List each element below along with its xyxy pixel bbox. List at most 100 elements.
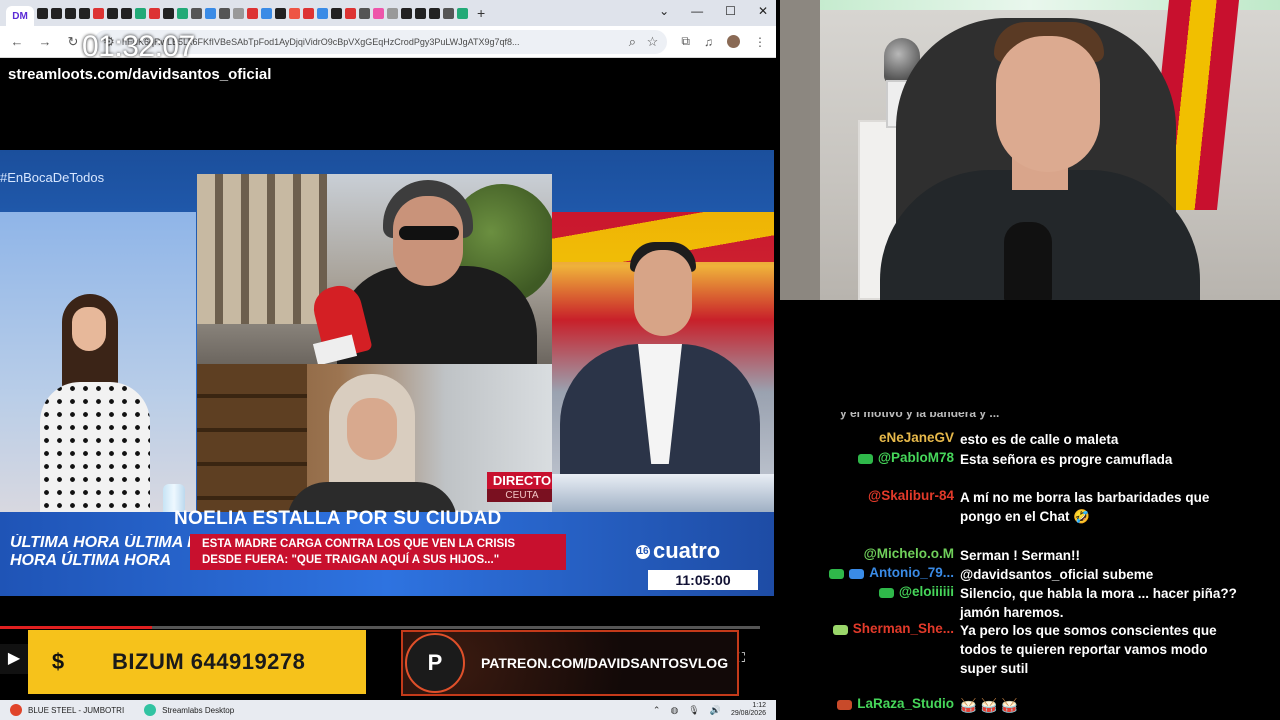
zoom-icon[interactable]: ⌕ xyxy=(625,34,639,50)
tray-date: 29/08/2026 xyxy=(730,710,766,717)
browser-tab[interactable] xyxy=(219,7,230,19)
browser-tab[interactable] xyxy=(107,7,118,19)
browser-tab[interactable] xyxy=(359,7,370,19)
chat-message: Antonio_79... @davidsantos_oficial subeme xyxy=(780,565,1280,584)
network-icon[interactable]: ◍ xyxy=(670,705,678,716)
play-icon[interactable]: ▶ xyxy=(0,644,28,674)
chat-username[interactable]: @eloiiiiii xyxy=(780,584,960,622)
chat-username[interactable]: @PabloM78 xyxy=(780,450,960,469)
new-tab-button[interactable]: + xyxy=(477,5,485,21)
browser-tab[interactable] xyxy=(443,7,454,19)
tab-strip: DM + ⌄ — ☐ ✕ xyxy=(0,0,776,26)
browser-tab[interactable] xyxy=(51,7,62,19)
age-rating-badge: 16 xyxy=(636,545,650,560)
browser-tab[interactable] xyxy=(401,7,412,19)
browser-tab[interactable] xyxy=(149,7,160,19)
browser-tab[interactable] xyxy=(415,7,426,19)
reload-icon[interactable]: ↻ xyxy=(66,34,80,50)
taskbar-app-streamlabs[interactable]: Streamlabs Desktop xyxy=(134,700,244,720)
bizum-number: BIZUM 644919278 xyxy=(112,649,306,674)
menu-icon[interactable]: ⋮ xyxy=(754,35,766,49)
channel-name: cuatro xyxy=(653,538,721,563)
door xyxy=(780,0,820,300)
browser-tab[interactable] xyxy=(373,7,384,19)
browser-tab[interactable] xyxy=(261,7,272,19)
browser-tab[interactable] xyxy=(303,7,314,19)
chat-username-text: Sherman_She... xyxy=(852,621,954,636)
browser-tab[interactable] xyxy=(233,7,244,19)
forward-icon[interactable]: → xyxy=(38,34,52,49)
breaking-news-ticker: ÚLTIMA HORA ÚLTIMA HORA HORA ÚLTIMA HORA xyxy=(0,534,190,578)
bookmark-star-icon[interactable]: ☆ xyxy=(645,34,659,50)
maximize-icon[interactable]: ☐ xyxy=(725,4,736,18)
chat-message: LaRaza_Studio 🥁 🥁 🥁 xyxy=(780,696,1280,715)
media-controls-icon[interactable]: ♫ xyxy=(704,35,713,49)
extensions-icon[interactable]: ⧉ xyxy=(681,34,690,49)
browser-tab[interactable] xyxy=(387,7,398,19)
browser-tab[interactable] xyxy=(275,7,286,19)
tray-clock[interactable]: 1:12 29/08/2026 xyxy=(731,702,766,718)
profile-avatar[interactable] xyxy=(727,35,740,48)
browser-tab[interactable] xyxy=(37,7,48,19)
mic-icon[interactable]: 🎙 xyxy=(688,705,699,716)
browser-tab[interactable] xyxy=(205,7,216,19)
browser-tab[interactable] xyxy=(177,7,188,19)
chat-username[interactable]: eNeJaneGV xyxy=(780,430,960,449)
chat-username-text: @eloiiiiii xyxy=(898,584,954,599)
window-controls: ⌄ — ☐ ✕ xyxy=(659,4,768,18)
chat-username[interactable]: Antonio_79... xyxy=(780,565,960,584)
browser-tab[interactable] xyxy=(163,7,174,19)
browser-tab[interactable] xyxy=(331,7,342,19)
browser-tab[interactable] xyxy=(121,7,132,19)
browser-tab[interactable] xyxy=(289,7,300,19)
chat-username-text: Antonio_79... xyxy=(869,565,954,580)
chat-message: eNeJaneGV esto es de calle o maleta xyxy=(780,430,1280,449)
chat-badge-icon xyxy=(837,700,853,710)
streamloots-url: streamloots.com/davidsantos_oficial xyxy=(8,66,272,83)
chat-username-text: eNeJaneGV xyxy=(878,430,954,445)
chat-username[interactable]: LaRaza_Studio xyxy=(780,696,960,715)
chat-panel: y el motivo y la bandera y ... eNeJaneGV… xyxy=(780,300,1280,720)
chat-message: @PabloM78 Esta señora es progre camuflada xyxy=(780,450,1280,469)
browser-tab[interactable] xyxy=(65,7,76,19)
chat-message-text: A mí no me borra las barbaridades que po… xyxy=(960,490,1210,524)
video-progress-bar[interactable] xyxy=(0,626,760,629)
chat-message: @Skalibur-84 A mí no me borra las barbari… xyxy=(780,488,1280,526)
chevron-up-icon[interactable]: ⌃ xyxy=(653,705,661,716)
taskbar-app-blue-steel[interactable]: BLUE STEEL - JUMBOTRI xyxy=(0,700,134,720)
volume-icon[interactable]: 🔊 xyxy=(710,705,721,716)
chat-username[interactable]: @Michelo.o.M xyxy=(780,546,960,565)
chat-message-text: esto es de calle o maleta xyxy=(960,432,1119,447)
minimize-icon[interactable]: — xyxy=(691,4,703,18)
close-icon[interactable]: ✕ xyxy=(758,4,768,18)
chat-username[interactable]: Sherman_She... xyxy=(780,621,960,678)
tv-broadcast[interactable]: #EnBocaDeTodos DIRECTO CEUTA ÚLTIMA HORA… xyxy=(0,150,774,596)
tab-icons xyxy=(37,7,468,19)
chat-badge-icon xyxy=(857,454,873,464)
browser-tab[interactable] xyxy=(429,7,440,19)
chat-badge-icon xyxy=(832,625,848,635)
stream-clock: 01:32:07 xyxy=(82,30,195,63)
browser-tab[interactable] xyxy=(247,7,258,19)
chat-badge-icon xyxy=(878,588,894,598)
chat-message: @Michelo.o.M Serman ! Serman!! xyxy=(780,546,1280,565)
browser-tab[interactable] xyxy=(317,7,328,19)
screen: DM + ⌄ — ☐ ✕ ← → ↻ ⚙ hEuK6qRwLB5Lk6FKfIV… xyxy=(0,0,1280,720)
browser-tab[interactable] xyxy=(191,7,202,19)
active-tab[interactable]: DM xyxy=(6,6,34,26)
browser-tab[interactable] xyxy=(79,7,90,19)
taskbar-app-label: Streamlabs Desktop xyxy=(162,705,235,715)
browser-tab[interactable] xyxy=(345,7,356,19)
back-icon[interactable]: ← xyxy=(10,34,24,49)
browser-tab[interactable] xyxy=(135,7,146,19)
streamlabs-icon xyxy=(144,704,157,716)
chat-badge-icon xyxy=(829,569,845,579)
url-text[interactable]: hEuK6qRwLB5Lk6FKfIVBeSAbTpFod1AyDjqiVidr… xyxy=(122,37,619,47)
browser-window: DM + ⌄ — ☐ ✕ ← → ↻ ⚙ hEuK6qRwLB5Lk6FKfIV… xyxy=(0,0,776,720)
chat-username[interactable]: @Skalibur-84 xyxy=(780,488,960,526)
toolbar-icons: ⧉ ♫ ⋮ xyxy=(681,34,766,49)
tab-search-icon[interactable]: ⌄ xyxy=(659,4,669,18)
browser-tab[interactable] xyxy=(457,7,468,19)
taskbar: BLUE STEEL - JUMBOTRI Streamlabs Desktop… xyxy=(0,700,776,720)
browser-tab[interactable] xyxy=(93,7,104,19)
